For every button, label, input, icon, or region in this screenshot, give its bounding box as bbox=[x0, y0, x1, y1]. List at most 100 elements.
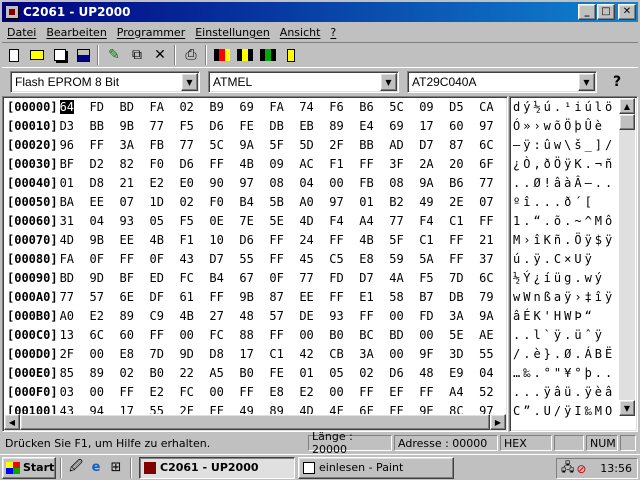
ascii-row[interactable]: Ó»›wõÖþÛè bbox=[510, 116, 637, 135]
hex-byte[interactable]: DE bbox=[297, 309, 327, 323]
device-select[interactable]: AT29C040A ▼ bbox=[407, 71, 597, 93]
hex-byte[interactable]: FF bbox=[267, 328, 297, 342]
hex-byte[interactable]: 7D bbox=[447, 271, 477, 285]
hex-byte[interactable]: 9B bbox=[88, 233, 118, 247]
hex-byte[interactable]: BD bbox=[387, 328, 417, 342]
hex-byte[interactable]: BD bbox=[118, 100, 148, 114]
hex-byte[interactable]: 82 bbox=[118, 157, 148, 171]
hex-byte[interactable]: E8 bbox=[267, 385, 297, 399]
hex-byte[interactable]: CA bbox=[477, 100, 507, 114]
hex-byte[interactable]: 01 bbox=[357, 195, 387, 209]
hex-byte[interactable]: 77 bbox=[177, 138, 207, 152]
hex-row[interactable]: [00020] 96 FF 3A FB 77 5C 9A 5F 5D 2F BB AD D7 87 6C bbox=[3, 135, 507, 154]
manufacturer-select[interactable]: ATMEL ▼ bbox=[208, 71, 399, 93]
hex-row[interactable]: [000A0] 77 57 6E DF 61 FF 9B 87 EE FF E1 58 B7 DB 79 bbox=[3, 287, 507, 306]
hex-byte[interactable]: B7 bbox=[417, 290, 447, 304]
hex-byte[interactable]: 09 bbox=[267, 157, 297, 171]
hex-byte[interactable]: 4D bbox=[297, 214, 327, 228]
menu-datei[interactable]: Datei bbox=[2, 26, 41, 39]
hex-byte[interactable]: 31 bbox=[58, 214, 88, 228]
hex-byte[interactable]: FF bbox=[417, 385, 447, 399]
hex-byte[interactable]: 09 bbox=[417, 100, 447, 114]
hex-byte[interactable]: 1D bbox=[147, 195, 177, 209]
scroll-thumb[interactable] bbox=[619, 114, 635, 130]
hex-byte[interactable]: 87 bbox=[447, 138, 477, 152]
hex-byte[interactable]: 69 bbox=[237, 100, 267, 114]
hex-byte[interactable]: 79 bbox=[477, 290, 507, 304]
hex-byte[interactable]: 04 bbox=[297, 176, 327, 190]
hex-byte[interactable]: 87 bbox=[267, 290, 297, 304]
hex-byte[interactable]: D6 bbox=[207, 119, 237, 133]
ascii-row[interactable]: ..l`ÿ.üˆÿ bbox=[510, 325, 637, 344]
hex-byte[interactable]: BC bbox=[357, 328, 387, 342]
hex-byte[interactable]: FF bbox=[118, 385, 148, 399]
hex-byte[interactable]: 9D bbox=[177, 347, 207, 361]
hex-byte[interactable]: A4 bbox=[357, 214, 387, 228]
hex-byte[interactable]: F0 bbox=[207, 195, 237, 209]
hex-byte[interactable]: 20 bbox=[447, 157, 477, 171]
hex-byte[interactable]: BB bbox=[357, 138, 387, 152]
minimize-button[interactable]: _ bbox=[578, 4, 596, 20]
hex-byte[interactable]: FE bbox=[237, 119, 267, 133]
hex-byte[interactable]: 48 bbox=[417, 366, 447, 380]
hex-byte[interactable]: 9F bbox=[417, 347, 447, 361]
hex-byte[interactable]: FE bbox=[267, 366, 297, 380]
hex-byte[interactable]: 02 bbox=[177, 100, 207, 114]
hex-byte[interactable]: 05 bbox=[327, 366, 357, 380]
hex-byte[interactable]: 55 bbox=[237, 252, 267, 266]
ascii-row[interactable]: ú.ÿ.C×Uÿ bbox=[510, 249, 637, 268]
save-button[interactable] bbox=[72, 44, 94, 66]
hex-byte[interactable]: 0F bbox=[147, 252, 177, 266]
hex-byte[interactable]: 4B bbox=[357, 233, 387, 247]
hex-byte[interactable]: FF bbox=[207, 157, 237, 171]
hex-byte[interactable]: FB bbox=[147, 138, 177, 152]
hex-byte[interactable]: 9D bbox=[88, 271, 118, 285]
hex-byte[interactable]: FF bbox=[237, 385, 267, 399]
ascii-row[interactable]: ¿Ò‚ðÖÿK.¬ñ bbox=[510, 154, 637, 173]
hex-byte[interactable]: FF bbox=[207, 290, 237, 304]
hex-byte[interactable]: DB bbox=[267, 119, 297, 133]
hex-byte[interactable]: 21 bbox=[477, 233, 507, 247]
erase-button[interactable] bbox=[280, 44, 302, 66]
menu-einstellungen[interactable]: Einstellungen bbox=[190, 26, 275, 39]
hex-byte[interactable]: B2 bbox=[387, 195, 417, 209]
hex-byte[interactable]: AC bbox=[297, 157, 327, 171]
hex-byte[interactable]: FF bbox=[88, 138, 118, 152]
hex-byte[interactable]: 88 bbox=[237, 328, 267, 342]
hex-byte[interactable]: FA bbox=[267, 100, 297, 114]
hex-byte[interactable]: EE bbox=[297, 290, 327, 304]
hex-byte[interactable]: F4 bbox=[327, 214, 357, 228]
scroll-thumb[interactable] bbox=[20, 414, 490, 430]
hex-byte[interactable]: 89 bbox=[88, 366, 118, 380]
hex-byte[interactable]: E8 bbox=[357, 252, 387, 266]
hex-row[interactable]: [000C0] 13 6C 60 FF 00 FC 88 FF 00 B0 BC BD 00 5E AE bbox=[3, 325, 507, 344]
hex-byte[interactable]: 00 bbox=[327, 176, 357, 190]
hex-byte[interactable]: AD bbox=[387, 138, 417, 152]
hex-byte[interactable]: 0F bbox=[88, 252, 118, 266]
hex-byte[interactable]: 97 bbox=[477, 119, 507, 133]
clock[interactable]: 13:56 bbox=[586, 462, 637, 475]
hex-byte[interactable]: FF bbox=[477, 214, 507, 228]
device-type-select[interactable]: Flash EPROM 8 Bit ▼ bbox=[10, 71, 200, 93]
hex-byte[interactable]: 4D bbox=[58, 233, 88, 247]
task-c2061[interactable]: C2061 - UP2000 bbox=[139, 456, 295, 479]
hex-byte[interactable]: D7 bbox=[357, 271, 387, 285]
hex-byte[interactable]: 42 bbox=[297, 347, 327, 361]
hex-byte[interactable]: D8 bbox=[207, 347, 237, 361]
hex-row[interactable]: [000F0] 03 00 FF E2 FC 00 FF E8 E2 00 FF EF FF A4 52 bbox=[3, 382, 507, 401]
hex-byte[interactable]: 52 bbox=[477, 385, 507, 399]
hex-byte[interactable]: 27 bbox=[207, 309, 237, 323]
hex-row[interactable]: [00010] D3 BB 9B 77 F5 D6 FE DB EB 89 E4 69 17 60 97 bbox=[3, 116, 507, 135]
hex-byte[interactable]: 01 bbox=[297, 366, 327, 380]
hex-byte[interactable]: 89 bbox=[118, 309, 148, 323]
hex-byte[interactable]: E2 bbox=[297, 385, 327, 399]
hex-byte[interactable]: 6C bbox=[477, 138, 507, 152]
hex-byte[interactable]: 02 bbox=[177, 195, 207, 209]
hex-byte[interactable]: FF bbox=[147, 328, 177, 342]
copy-button[interactable]: ⧉ bbox=[126, 44, 148, 66]
hex-byte[interactable]: 43 bbox=[177, 252, 207, 266]
hex-byte[interactable]: F5 bbox=[177, 119, 207, 133]
hex-byte[interactable]: D6 bbox=[387, 366, 417, 380]
hex-byte[interactable]: FF bbox=[357, 309, 387, 323]
hex-byte[interactable]: 5A bbox=[417, 252, 447, 266]
